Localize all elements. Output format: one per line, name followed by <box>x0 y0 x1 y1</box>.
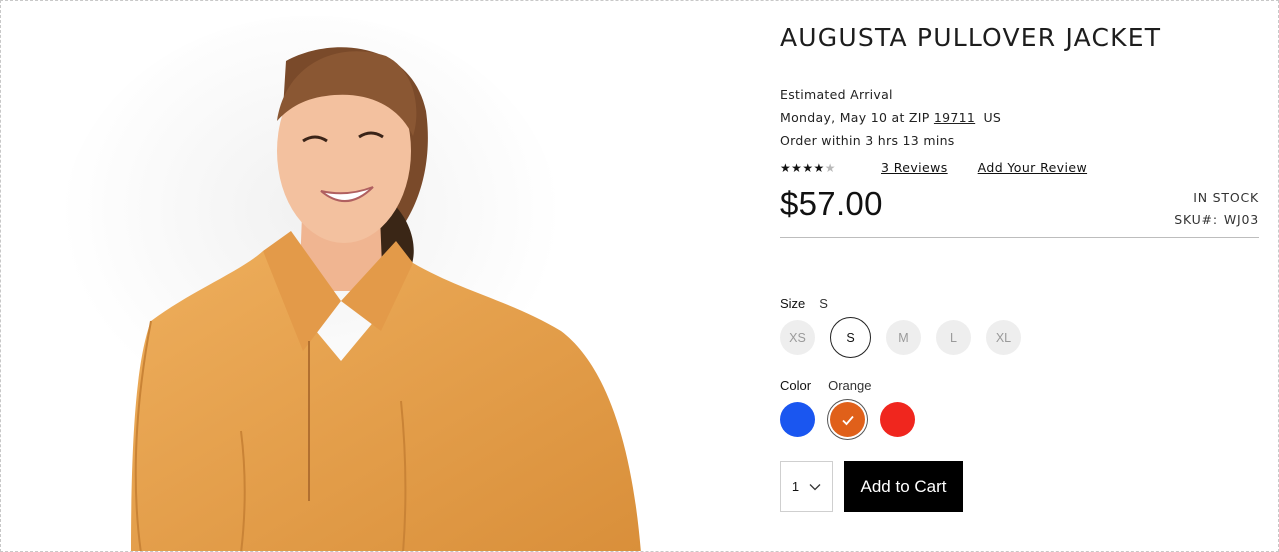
arrival-country: US <box>983 110 1002 125</box>
estimated-arrival: Estimated Arrival Monday, May 10 at ZIP … <box>780 83 1259 152</box>
star-icon: ★ <box>802 160 814 175</box>
product-photo <box>61 16 641 551</box>
quantity-select[interactable]: 1 <box>780 461 833 512</box>
size-label-row: Size S <box>780 296 1259 311</box>
sku-label: SKU#: <box>1174 212 1218 227</box>
size-selected-value: S <box>819 296 828 311</box>
price-row: $57.00 IN STOCK SKU#: WJ03 <box>780 181 1259 238</box>
size-option-m[interactable]: M <box>886 320 921 355</box>
product-title: AUGUSTA PULLOVER JACKET <box>780 23 1162 52</box>
size-option-xs[interactable]: XS <box>780 320 815 355</box>
add-review-link[interactable]: Add Your Review <box>978 160 1087 175</box>
sku: SKU#: WJ03 <box>1174 209 1259 231</box>
zip-link[interactable]: 19711 <box>934 110 975 125</box>
size-option-xl[interactable]: XL <box>986 320 1021 355</box>
arrival-label: Estimated Arrival <box>780 87 893 102</box>
arrival-date-text: Monday, May 10 at ZIP <box>780 110 930 125</box>
size-options: XS S M L XL <box>780 317 1259 358</box>
half-star-icon: ★ <box>824 160 836 175</box>
color-label: Color <box>780 378 812 393</box>
size-option-s[interactable]: S <box>830 317 871 358</box>
color-option-red[interactable] <box>880 402 915 437</box>
rating-stars: ★ ★ ★ ★ ★ <box>780 162 881 174</box>
star-icon: ★ <box>813 160 825 175</box>
stock-status: IN STOCK <box>1193 190 1259 205</box>
star-icon: ★ <box>780 160 792 175</box>
color-label-row: Color Orange <box>780 378 1259 393</box>
product-page: AUGUSTA PULLOVER JACKET Estimated Arriva… <box>0 0 1279 552</box>
color-options <box>780 402 1259 437</box>
sku-value: WJ03 <box>1223 212 1259 227</box>
color-selected-value: Orange <box>828 378 872 393</box>
product-info: AUGUSTA PULLOVER JACKET Estimated Arriva… <box>780 23 1259 512</box>
star-icon: ★ <box>791 160 803 175</box>
reviews-link[interactable]: 3 Reviews <box>881 160 948 175</box>
cart-row: 1 Add to Cart <box>780 461 1259 512</box>
rating-row: ★ ★ ★ ★ ★ 3 Reviews Add Your Review <box>780 160 1259 175</box>
arrival-date: Monday, May 10 at ZIP 19711 US <box>780 106 1259 129</box>
color-option-orange[interactable] <box>830 402 865 437</box>
color-option-blue[interactable] <box>780 402 815 437</box>
chevron-down-icon <box>809 483 821 490</box>
checkmark-icon <box>841 415 854 425</box>
add-to-cart-button[interactable]: Add to Cart <box>844 461 963 512</box>
product-price: $57.00 <box>780 185 883 222</box>
quantity-value: 1 <box>791 479 800 494</box>
stock-info: IN STOCK SKU#: WJ03 <box>1174 187 1259 231</box>
size-option-l[interactable]: L <box>936 320 971 355</box>
size-label: Size <box>780 296 806 311</box>
order-within: Order within 3 hrs 13 mins <box>780 133 955 148</box>
product-image[interactable] <box>41 1 681 551</box>
